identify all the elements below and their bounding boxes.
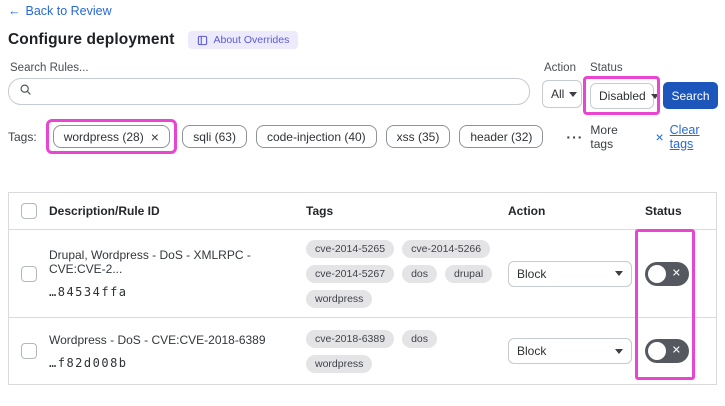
book-icon xyxy=(197,35,208,46)
rules-table: Description/Rule ID Tags Action Status D… xyxy=(8,192,717,385)
action-label: Action xyxy=(544,62,576,74)
configure-deployment-page: ← Back to Review Configure deployment Ab… xyxy=(0,0,725,406)
back-arrow-icon: ← xyxy=(8,4,21,18)
back-link-label: Back to Review xyxy=(25,4,112,18)
column-header-status: Status xyxy=(645,204,682,218)
chevron-down-icon xyxy=(650,93,659,99)
tags-bar-label: Tags: xyxy=(8,129,37,144)
rule-description: Wordpress - DoS - CVE:CVE-2018-6389 xyxy=(49,332,266,347)
search-box xyxy=(8,78,530,105)
rule-action-value: Block xyxy=(517,344,547,358)
tag-pill-label: xss (35) xyxy=(396,129,440,144)
rule-action-value: Block xyxy=(517,266,547,281)
back-to-review-link[interactable]: ← Back to Review xyxy=(8,4,112,18)
toggle-off-x-icon: ✕ xyxy=(671,344,681,357)
toggle-knob xyxy=(648,264,666,283)
action-filter-value: All xyxy=(551,87,565,101)
tags-bar: Tags: wordpress (28) × sqli (63) code-in… xyxy=(8,119,719,154)
table-row: Wordpress - DoS - CVE:CVE-2018-6389 …f82… xyxy=(9,318,716,384)
search-icon xyxy=(19,83,32,101)
search-button[interactable]: Search xyxy=(663,82,718,109)
table-header-row: Description/Rule ID Tags Action Status xyxy=(9,193,716,230)
tag-pill-header[interactable]: header (32) xyxy=(459,125,544,148)
status-filter-value: Disabled xyxy=(599,89,646,103)
search-rules-input[interactable] xyxy=(38,84,519,99)
action-filter-dropdown[interactable]: All xyxy=(542,80,582,108)
rule-id: …84534ffa xyxy=(49,285,128,299)
column-header-description: Description/Rule ID xyxy=(49,204,160,218)
rule-tag: dos xyxy=(402,264,437,283)
rule-tag: cve-2014-5267 xyxy=(306,264,395,283)
tag-pill-label: header (32) xyxy=(470,129,533,144)
tag-pill-sqli[interactable]: sqli (63) xyxy=(182,125,247,148)
rule-action-dropdown[interactable]: Block xyxy=(508,260,632,287)
tag-pill-label: code-injection (40) xyxy=(266,129,366,144)
rule-tag: drupal xyxy=(445,264,493,283)
toggle-off-x-icon: ✕ xyxy=(671,267,681,279)
select-all-checkbox[interactable] xyxy=(21,203,37,219)
rule-tag: cve-2014-5266 xyxy=(402,239,491,258)
close-icon: × xyxy=(655,128,664,145)
rule-tag: wordpress xyxy=(306,354,373,373)
chevron-down-icon xyxy=(615,348,623,354)
column-header-action: Action xyxy=(508,204,546,218)
tag-pill-label: sqli (63) xyxy=(193,129,236,144)
chevron-down-icon xyxy=(615,271,623,276)
tag-pill-wordpress[interactable]: wordpress (28) × xyxy=(52,125,170,148)
search-rules-label: Search Rules... xyxy=(10,62,89,74)
row-checkbox[interactable] xyxy=(21,265,37,282)
rule-tag: cve-2018-6389 xyxy=(306,329,395,348)
column-header-tags: Tags xyxy=(306,204,334,218)
title-row: Configure deployment About Overrides xyxy=(8,31,299,49)
remove-tag-icon[interactable]: × xyxy=(151,130,159,144)
rule-tag: wordpress xyxy=(306,289,373,308)
toggle-knob xyxy=(648,342,666,360)
clear-tags-button[interactable]: × Clear tags xyxy=(655,123,719,151)
status-filter-dropdown[interactable]: Disabled xyxy=(590,83,659,109)
row-checkbox[interactable] xyxy=(21,343,37,359)
tag-pill-label: wordpress (28) xyxy=(63,129,144,144)
about-overrides-badge[interactable]: About Overrides xyxy=(188,31,299,49)
clear-tags-label: Clear tags xyxy=(669,122,700,151)
more-tags-button[interactable]: ··· More tags xyxy=(566,123,635,151)
rule-id: …f82d008b xyxy=(49,355,128,370)
annotation-box-wordpress-pill: wordpress (28) × xyxy=(45,119,177,154)
table-row: Drupal, Wordpress - DoS - XMLRPC - CVE:C… xyxy=(9,230,716,318)
tag-pill-xss[interactable]: xss (35) xyxy=(385,125,451,148)
rule-status-toggle[interactable]: ✕ xyxy=(645,261,689,286)
rule-description: Drupal, Wordpress - DoS - XMLRPC - CVE:C… xyxy=(49,248,251,276)
rule-status-toggle[interactable]: ✕ xyxy=(645,339,689,363)
more-tags-label: More tags xyxy=(590,122,618,151)
ellipsis-icon: ··· xyxy=(566,128,584,145)
page-title: Configure deployment xyxy=(8,31,175,48)
rule-tag: cve-2014-5265 xyxy=(306,239,395,258)
rule-action-dropdown[interactable]: Block xyxy=(508,338,632,364)
status-label: Status xyxy=(590,62,623,74)
rule-tag: dos xyxy=(402,329,437,348)
about-overrides-label: About Overrides xyxy=(213,34,290,46)
chevron-down-icon xyxy=(569,91,578,97)
tag-pill-code-injection[interactable]: code-injection (40) xyxy=(255,125,377,148)
